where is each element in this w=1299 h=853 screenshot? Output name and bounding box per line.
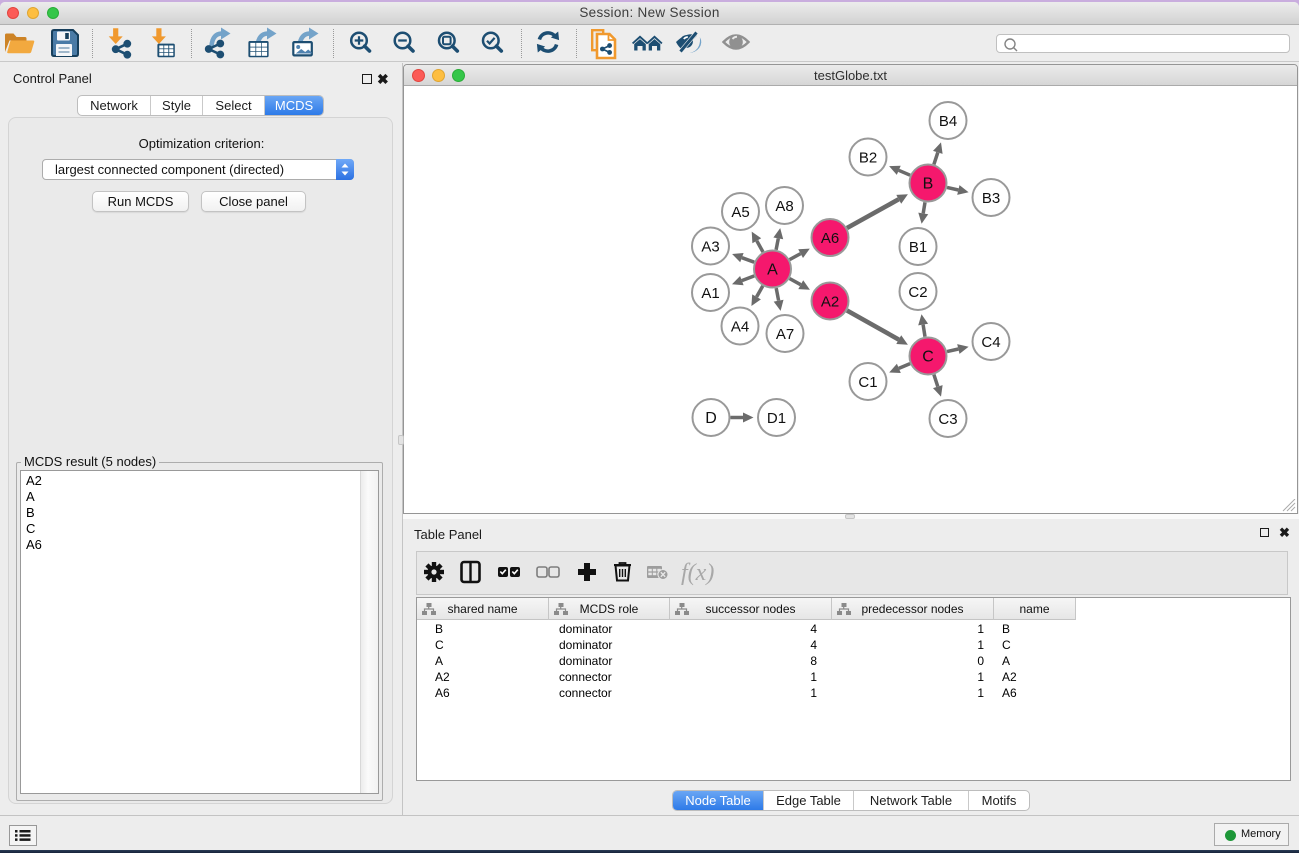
svg-text:A: A bbox=[767, 262, 778, 279]
svg-text:B4: B4 bbox=[938, 113, 956, 130]
svg-text:A2: A2 bbox=[820, 294, 838, 311]
svg-text:D1: D1 bbox=[766, 410, 785, 427]
svg-text:B: B bbox=[922, 176, 933, 193]
svg-text:A7: A7 bbox=[775, 326, 793, 343]
svg-text:C1: C1 bbox=[858, 374, 877, 391]
svg-text:A6: A6 bbox=[820, 230, 838, 247]
svg-text:A3: A3 bbox=[701, 239, 719, 256]
svg-text:B1: B1 bbox=[908, 239, 926, 256]
svg-text:A4: A4 bbox=[730, 319, 748, 336]
svg-text:B2: B2 bbox=[858, 150, 876, 167]
svg-text:B3: B3 bbox=[981, 190, 999, 207]
svg-text:f(x): f(x) bbox=[681, 560, 714, 586]
svg-text:A8: A8 bbox=[775, 198, 793, 215]
svg-text:C4: C4 bbox=[981, 334, 1000, 351]
svg-text:C: C bbox=[922, 349, 934, 366]
svg-text:D: D bbox=[705, 410, 717, 427]
svg-text:A5: A5 bbox=[731, 204, 749, 221]
svg-text:C3: C3 bbox=[938, 411, 957, 428]
svg-text:A1: A1 bbox=[701, 285, 719, 302]
svg-text:C2: C2 bbox=[908, 284, 927, 301]
